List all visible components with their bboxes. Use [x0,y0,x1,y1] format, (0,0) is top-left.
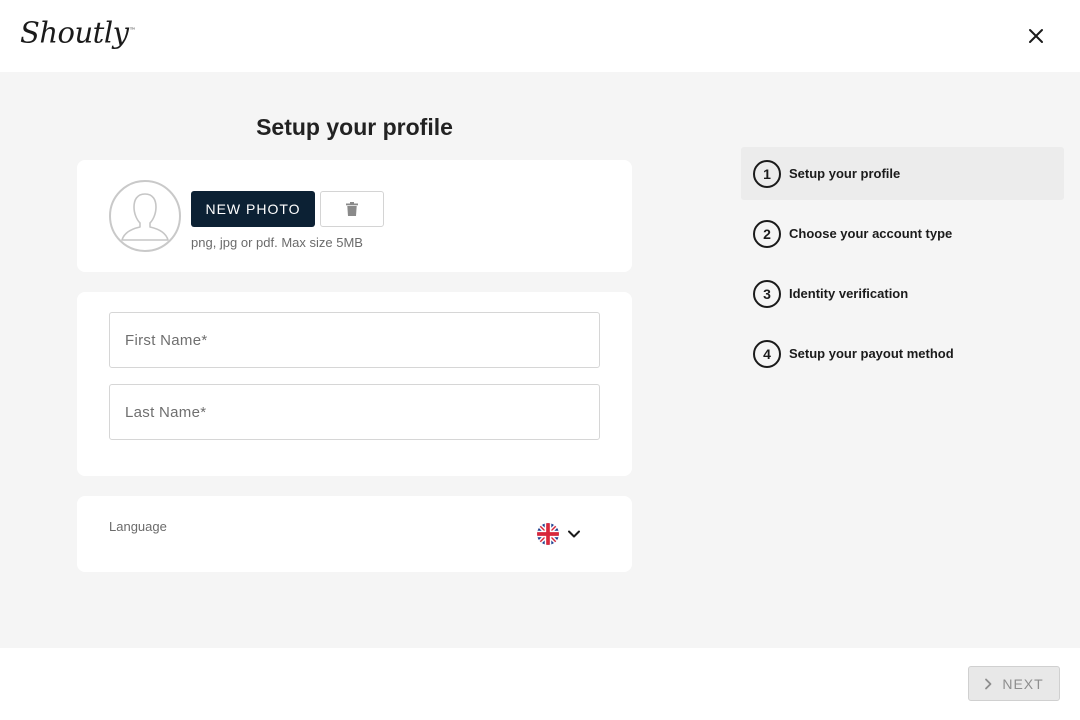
next-button-label: NEXT [1002,675,1044,692]
user-silhouette-icon [121,193,169,241]
logo-text: Shoutly [20,15,129,50]
step-setup-profile[interactable]: 1 Setup your profile [741,147,1064,200]
step-account-type[interactable]: 2 Choose your account type [741,207,1064,260]
step-label: Setup your profile [789,166,901,181]
step-label: Choose your account type [789,226,953,241]
chevron-down-icon [568,530,580,538]
step-number: 4 [753,339,781,368]
trash-icon [346,202,358,216]
language-select[interactable] [537,522,593,546]
next-button[interactable]: NEXT [968,666,1060,701]
onboarding-steps: 1 Setup your profile 2 Choose your accou… [741,147,1064,387]
language-card: Language [77,496,632,572]
delete-photo-button[interactable] [320,191,384,227]
last-name-input[interactable] [109,384,600,440]
page-title: Setup your profile [256,114,453,140]
first-name-input[interactable] [109,312,600,368]
language-label: Language [109,519,167,534]
step-number: 3 [753,279,781,308]
logo-trademark: ™ [129,27,136,34]
step-identity-verification[interactable]: 3 Identity verification [741,267,1064,320]
step-label: Identity verification [789,286,909,301]
step-payout-method[interactable]: 4 Setup your payout method [741,327,1064,380]
photo-format-hint: png, jpg or pdf. Max size 5MB [191,235,363,250]
new-photo-button[interactable]: NEW PHOTO [191,191,315,227]
profile-photo-card: NEW PHOTO png, jpg or pdf. Max size 5MB [77,160,632,272]
step-label: Setup your payout method [789,346,954,361]
close-icon [1029,29,1043,43]
chevron-right-icon [985,678,992,689]
step-number: 2 [753,219,781,248]
bottom-bar: NEXT [0,648,1080,720]
name-card [77,292,632,476]
shoutly-logo[interactable]: Shoutly™ [20,14,135,50]
step-number: 1 [753,159,781,188]
avatar-placeholder [109,180,181,252]
close-button[interactable] [1023,23,1049,49]
top-bar: Shoutly™ [0,0,1080,72]
uk-flag-icon [537,523,559,545]
